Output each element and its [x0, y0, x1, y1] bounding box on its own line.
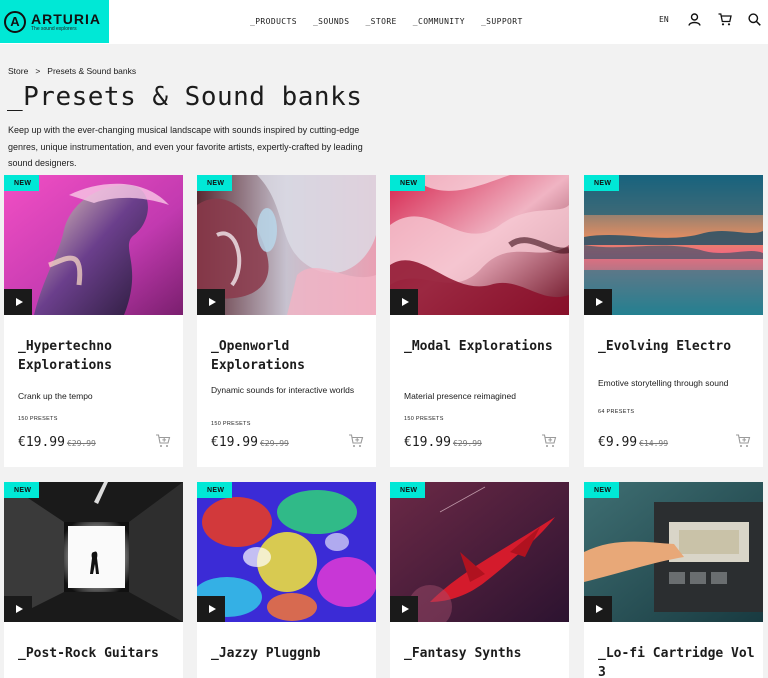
old-price: €29.99 [259, 439, 289, 448]
play-icon [208, 298, 216, 306]
old-price: €14.99 [639, 439, 669, 448]
play-button[interactable] [4, 596, 32, 622]
old-price: €29.99 [66, 439, 96, 448]
nav-sounds[interactable]: _SOUNDS [313, 17, 350, 26]
price: €9.99 €14.99 [598, 435, 668, 450]
play-button[interactable] [390, 596, 418, 622]
product-image[interactable]: NEW [4, 175, 183, 315]
add-to-cart-icon[interactable] [735, 433, 751, 449]
product-image[interactable]: NEW [584, 482, 763, 622]
product-card-post-rock[interactable]: NEW _Post-Rock Guitars [4, 482, 183, 678]
product-title[interactable]: _Lo-fi Cartridge Vol 3 [598, 644, 758, 678]
nav-community[interactable]: _COMMUNITY [413, 17, 465, 26]
product-image[interactable]: NEW [390, 175, 569, 315]
add-to-cart-icon[interactable] [541, 433, 557, 449]
play-button[interactable] [197, 596, 225, 622]
play-icon [208, 605, 216, 613]
play-button[interactable] [4, 289, 32, 315]
arturia-logo-icon: A [4, 10, 26, 33]
current-price: €19.99 [18, 435, 65, 450]
product-card-hypertechno[interactable]: NEW _Hypertechno Explorations Crank up t… [4, 175, 183, 467]
product-title[interactable]: _Fantasy Synths [404, 644, 564, 663]
breadcrumb: Store > Presets & Sound banks [8, 66, 136, 76]
nav-store[interactable]: _STORE [365, 17, 396, 26]
play-button[interactable] [390, 289, 418, 315]
page-intro: Keep up with the ever-changing musical l… [8, 125, 363, 168]
product-card-evolving-electro[interactable]: NEW _Evolving Electro Emotive storytelli… [584, 175, 763, 467]
new-badge: NEW [390, 175, 426, 191]
product-title[interactable]: _Jazzy Pluggnb [211, 644, 371, 663]
product-image[interactable]: NEW [584, 175, 763, 315]
preset-count: 150 PRESETS [404, 416, 444, 422]
price: €19.99 €29.99 [18, 435, 96, 450]
price: €19.99 €29.99 [211, 435, 289, 450]
arturia-logo[interactable]: A ARTURIA The sound explorers [0, 0, 109, 43]
add-to-cart-icon[interactable] [348, 433, 364, 449]
search-icon[interactable] [748, 12, 762, 26]
cart-icon[interactable] [718, 12, 732, 26]
current-price: €19.99 [404, 435, 451, 450]
product-description: Emotive storytelling through sound [598, 378, 729, 388]
product-description: Material presence reimagined [404, 391, 516, 401]
breadcrumb-separator: > [35, 66, 41, 76]
play-button[interactable] [584, 289, 612, 315]
product-title[interactable]: _Evolving Electro [598, 337, 758, 356]
preset-count: 150 PRESETS [211, 421, 251, 427]
page-title: _Presets & Sound banks [7, 82, 363, 112]
current-price: €9.99 [598, 435, 638, 450]
product-title[interactable]: _Modal Explorations [404, 337, 564, 356]
add-to-cart-icon[interactable] [155, 433, 171, 449]
preset-count: 150 PRESETS [18, 416, 58, 422]
play-button[interactable] [584, 596, 612, 622]
current-price: €19.99 [211, 435, 258, 450]
new-badge: NEW [390, 482, 426, 498]
play-icon [15, 605, 23, 613]
play-icon [595, 605, 603, 613]
play-icon [15, 298, 23, 306]
product-card-openworld[interactable]: NEW _Openworld Explorations Dynamic soun… [197, 175, 376, 467]
product-image[interactable]: NEW [197, 482, 376, 622]
breadcrumb-current: Presets & Sound banks [47, 66, 137, 76]
play-icon [401, 605, 409, 613]
site-header: A ARTURIA The sound explorers _PRODUCTS … [0, 0, 768, 44]
new-badge: NEW [584, 175, 620, 191]
product-title[interactable]: _Hypertechno Explorations [18, 337, 178, 375]
play-icon [401, 298, 409, 306]
play-icon [595, 298, 603, 306]
product-card-jazzy-pluggnb[interactable]: NEW _Jazzy Pluggnb [197, 482, 376, 678]
nav-products[interactable]: _PRODUCTS [250, 17, 297, 26]
price: €19.99 €29.99 [404, 435, 482, 450]
product-card-modal[interactable]: NEW _Modal Explorations Material presenc… [390, 175, 569, 467]
header-actions: EN [659, 12, 768, 26]
product-description: Crank up the tempo [18, 391, 93, 401]
language-selector[interactable]: EN [659, 15, 669, 24]
logo-name: ARTURIA [31, 10, 101, 27]
product-card-fantasy-synths[interactable]: NEW _Fantasy Synths [390, 482, 569, 678]
breadcrumb-store[interactable]: Store [8, 66, 28, 76]
new-badge: NEW [584, 482, 620, 498]
new-badge: NEW [4, 482, 40, 498]
new-badge: NEW [197, 482, 233, 498]
product-description: Dynamic sounds for interactive worlds [211, 385, 355, 395]
main-nav: _PRODUCTS _SOUNDS _STORE _COMMUNITY _SUP… [250, 17, 539, 26]
product-title[interactable]: _Post-Rock Guitars [18, 644, 178, 663]
new-badge: NEW [4, 175, 40, 191]
nav-support[interactable]: _SUPPORT [481, 17, 523, 26]
product-title[interactable]: _Openworld Explorations [211, 337, 371, 375]
product-image[interactable]: NEW [4, 482, 183, 622]
product-image[interactable]: NEW [390, 482, 569, 622]
preset-count: 64 PRESETS [598, 409, 635, 415]
product-image[interactable]: NEW [197, 175, 376, 315]
product-card-lofi-cartridge[interactable]: NEW _Lo-fi Cartridge Vol 3 [584, 482, 763, 678]
play-button[interactable] [197, 289, 225, 315]
logo-tagline: The sound explorers [31, 25, 77, 32]
new-badge: NEW [197, 175, 233, 191]
user-icon[interactable] [688, 12, 702, 26]
old-price: €29.99 [452, 439, 482, 448]
